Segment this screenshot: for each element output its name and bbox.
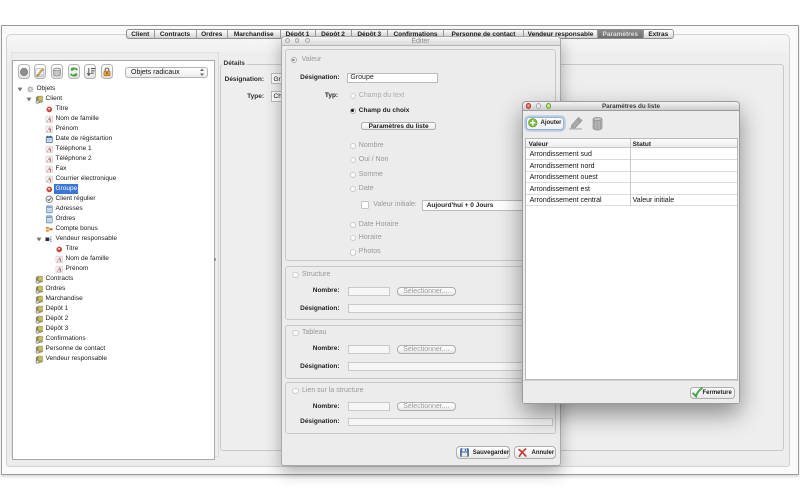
svg-text:A: A (56, 256, 62, 263)
svg-text:A: A (46, 116, 52, 123)
svg-text:A: A (56, 266, 62, 273)
svg-text:A: A (46, 126, 52, 133)
svg-text:A: A (46, 166, 52, 173)
svg-text:A: A (46, 176, 52, 183)
svg-text:A: A (46, 146, 52, 153)
svg-text:A: A (46, 156, 52, 163)
